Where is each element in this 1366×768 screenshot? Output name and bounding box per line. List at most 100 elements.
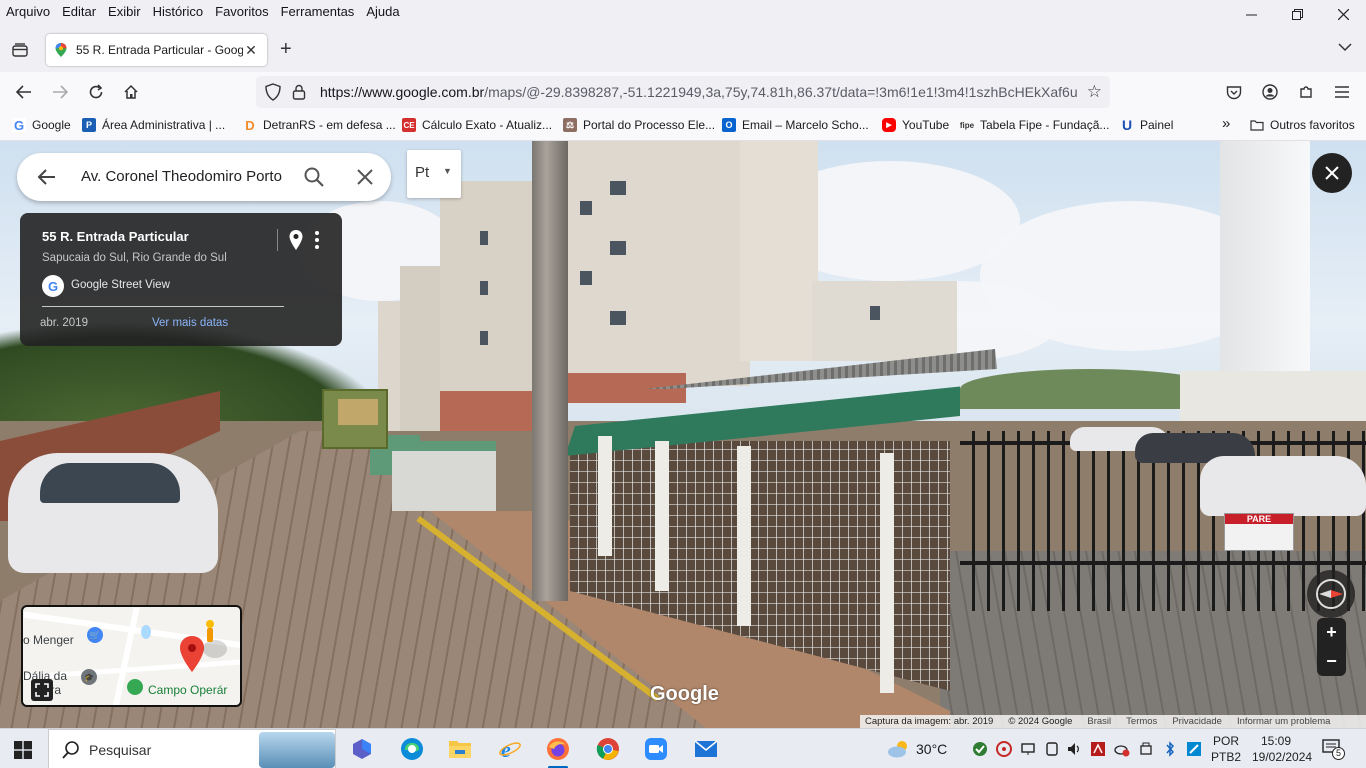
mini-map[interactable]: o Menger 🛒 Dália da eira 🎓 Campo Operár bbox=[21, 605, 242, 707]
tab-close-button[interactable]: ✕ bbox=[243, 42, 259, 59]
bookmark-portal-processo[interactable]: ⚖ Portal do Processo Ele... bbox=[563, 118, 715, 132]
clear-search-icon[interactable] bbox=[353, 165, 377, 189]
tray-cloud-error-icon[interactable] bbox=[1114, 741, 1130, 757]
arrow-left-icon[interactable] bbox=[35, 165, 59, 189]
menu-exibir[interactable]: Exibir bbox=[102, 4, 147, 19]
bookmarks-toolbar: G Google P Área Administrativa | ... D D… bbox=[0, 112, 1366, 141]
taskbar: Pesquisar e 30°C POR PTB2 15:09 19/02/20… bbox=[0, 728, 1366, 768]
bookmark-star-icon[interactable]: ☆ bbox=[1087, 82, 1102, 102]
see-more-dates-link[interactable]: Ver mais datas bbox=[152, 317, 228, 329]
taskbar-app-explorer[interactable] bbox=[446, 735, 474, 763]
back-button[interactable] bbox=[12, 80, 36, 104]
tab-list-button[interactable] bbox=[8, 38, 32, 62]
maps-search-box[interactable]: Av. Coronel Theodomiro Porto bbox=[17, 153, 391, 201]
tray-check-icon[interactable] bbox=[972, 741, 988, 757]
bookmark-label: DetranRS - em defesa ... bbox=[263, 118, 396, 132]
tray-display-icon[interactable] bbox=[1044, 741, 1060, 757]
input-language-indicator[interactable]: POR PTB2 bbox=[1208, 733, 1244, 765]
restore-button[interactable] bbox=[1274, 0, 1320, 28]
menu-editar[interactable]: Editar bbox=[56, 4, 102, 19]
zoom-in-button[interactable]: + bbox=[1317, 618, 1346, 647]
language-picker[interactable]: Pt ▼ bbox=[407, 150, 461, 198]
notification-center-button[interactable]: 5 bbox=[1322, 739, 1346, 761]
bookmark-outros-favoritos[interactable]: Outros favoritos bbox=[1250, 118, 1355, 132]
search-icon[interactable] bbox=[302, 165, 326, 189]
tray-usb-icon[interactable] bbox=[1138, 741, 1154, 757]
bookmark-google[interactable]: G Google bbox=[12, 118, 71, 133]
kiosk bbox=[322, 389, 388, 449]
new-tab-button[interactable]: + bbox=[280, 38, 292, 61]
windows-start-icon[interactable] bbox=[14, 741, 32, 759]
reload-button[interactable] bbox=[84, 80, 108, 104]
bookmark-area-administrativa[interactable]: P Área Administrativa | ... bbox=[82, 118, 225, 132]
detran-icon: D bbox=[245, 117, 255, 133]
report-problem-link[interactable]: Informar um problema bbox=[1237, 716, 1330, 727]
menu-ajuda[interactable]: Ajuda bbox=[360, 4, 405, 19]
forward-button[interactable] bbox=[48, 80, 72, 104]
taskbar-app-mail[interactable] bbox=[692, 735, 720, 763]
compass-icon bbox=[1316, 579, 1346, 609]
url-text[interactable]: https://www.google.com.br/maps/@-29.8398… bbox=[320, 84, 1080, 100]
taskbar-app-chrome[interactable] bbox=[594, 735, 622, 763]
url-bar[interactable]: https://www.google.com.br/maps/@-29.8398… bbox=[256, 76, 1110, 108]
pocket-icon bbox=[1226, 85, 1242, 99]
home-button[interactable] bbox=[119, 80, 143, 104]
bookmark-tabela-fipe[interactable]: fipe Tabela Fipe - Fundaçã... bbox=[960, 118, 1110, 132]
account-button[interactable] bbox=[1258, 80, 1282, 104]
caret-down-icon: ▼ bbox=[443, 166, 452, 176]
bookmark-youtube[interactable]: ▶ YouTube bbox=[882, 118, 949, 132]
volume-icon[interactable] bbox=[1066, 741, 1082, 757]
bluetooth-icon[interactable] bbox=[1162, 741, 1178, 757]
country-link[interactable]: Brasil bbox=[1087, 716, 1111, 727]
search-query[interactable]: Av. Coronel Theodomiro Porto bbox=[81, 168, 282, 185]
tab-title: 55 R. Entrada Particular - Google bbox=[76, 43, 243, 57]
taskbar-search-box[interactable]: Pesquisar bbox=[48, 729, 336, 768]
hamburger-icon bbox=[1335, 86, 1349, 98]
zoom-out-button[interactable]: − bbox=[1317, 647, 1346, 676]
more-options-icon[interactable] bbox=[312, 229, 322, 251]
privacy-link[interactable]: Privacidade bbox=[1172, 716, 1222, 727]
bookmarks-overflow-button[interactable]: » bbox=[1222, 115, 1230, 132]
shelter-post bbox=[737, 446, 751, 626]
menu-favoritos[interactable]: Favoritos bbox=[209, 4, 274, 19]
taskbar-app-ie[interactable]: e bbox=[496, 735, 524, 763]
bookmark-detranrs[interactable]: D DetranRS - em defesa ... bbox=[243, 117, 396, 133]
close-street-view-button[interactable] bbox=[1312, 153, 1352, 193]
bookmark-painel[interactable]: U Painel bbox=[1120, 117, 1173, 133]
terms-link[interactable]: Termos bbox=[1126, 716, 1157, 727]
expand-icon bbox=[35, 683, 49, 697]
compass-button[interactable] bbox=[1307, 570, 1355, 618]
pocket-button[interactable] bbox=[1222, 80, 1246, 104]
taskbar-app-zoom[interactable] bbox=[642, 735, 670, 763]
weather-temperature[interactable]: 30°C bbox=[916, 741, 947, 757]
tab-google-maps[interactable]: 55 R. Entrada Particular - Google ✕ bbox=[46, 34, 267, 66]
bookmark-calculo-exato[interactable]: CE Cálculo Exato - Atualiz... bbox=[402, 118, 552, 132]
tray-app-icon[interactable] bbox=[996, 741, 1012, 757]
taskbar-app-generic[interactable] bbox=[348, 735, 376, 763]
map-pin-icon[interactable] bbox=[286, 229, 306, 251]
menu-arquivo[interactable]: Arquivo bbox=[0, 4, 56, 19]
divider bbox=[42, 306, 284, 307]
outlook-icon: O bbox=[722, 118, 736, 132]
close-window-button[interactable] bbox=[1320, 0, 1366, 28]
expand-map-button[interactable] bbox=[31, 679, 53, 701]
tray-network-icon[interactable] bbox=[1020, 741, 1036, 757]
menu-ferramentas[interactable]: Ferramentas bbox=[275, 4, 361, 19]
bookmark-email[interactable]: O Email – Marcelo Scho... bbox=[722, 118, 869, 132]
taskbar-app-firefox[interactable] bbox=[544, 735, 572, 768]
parked-car bbox=[1200, 456, 1366, 516]
tray-pdf-icon[interactable] bbox=[1090, 741, 1106, 757]
tray-security-icon[interactable] bbox=[1186, 741, 1202, 757]
taskbar-app-edge[interactable] bbox=[398, 735, 426, 763]
lock-icon[interactable] bbox=[292, 84, 306, 100]
weather-cloud-sun-icon[interactable] bbox=[886, 739, 912, 759]
extensions-button[interactable] bbox=[1294, 80, 1318, 104]
system-clock[interactable]: 15:09 19/02/2024 bbox=[1252, 733, 1312, 765]
list-all-tabs-button[interactable] bbox=[1338, 40, 1352, 55]
tracking-shield-icon[interactable] bbox=[264, 83, 282, 101]
window bbox=[870, 306, 880, 320]
app-menu-button[interactable] bbox=[1330, 80, 1354, 104]
minimize-button[interactable] bbox=[1228, 0, 1274, 28]
menu-historico[interactable]: Histórico bbox=[147, 4, 210, 19]
apartment-building bbox=[740, 141, 818, 361]
